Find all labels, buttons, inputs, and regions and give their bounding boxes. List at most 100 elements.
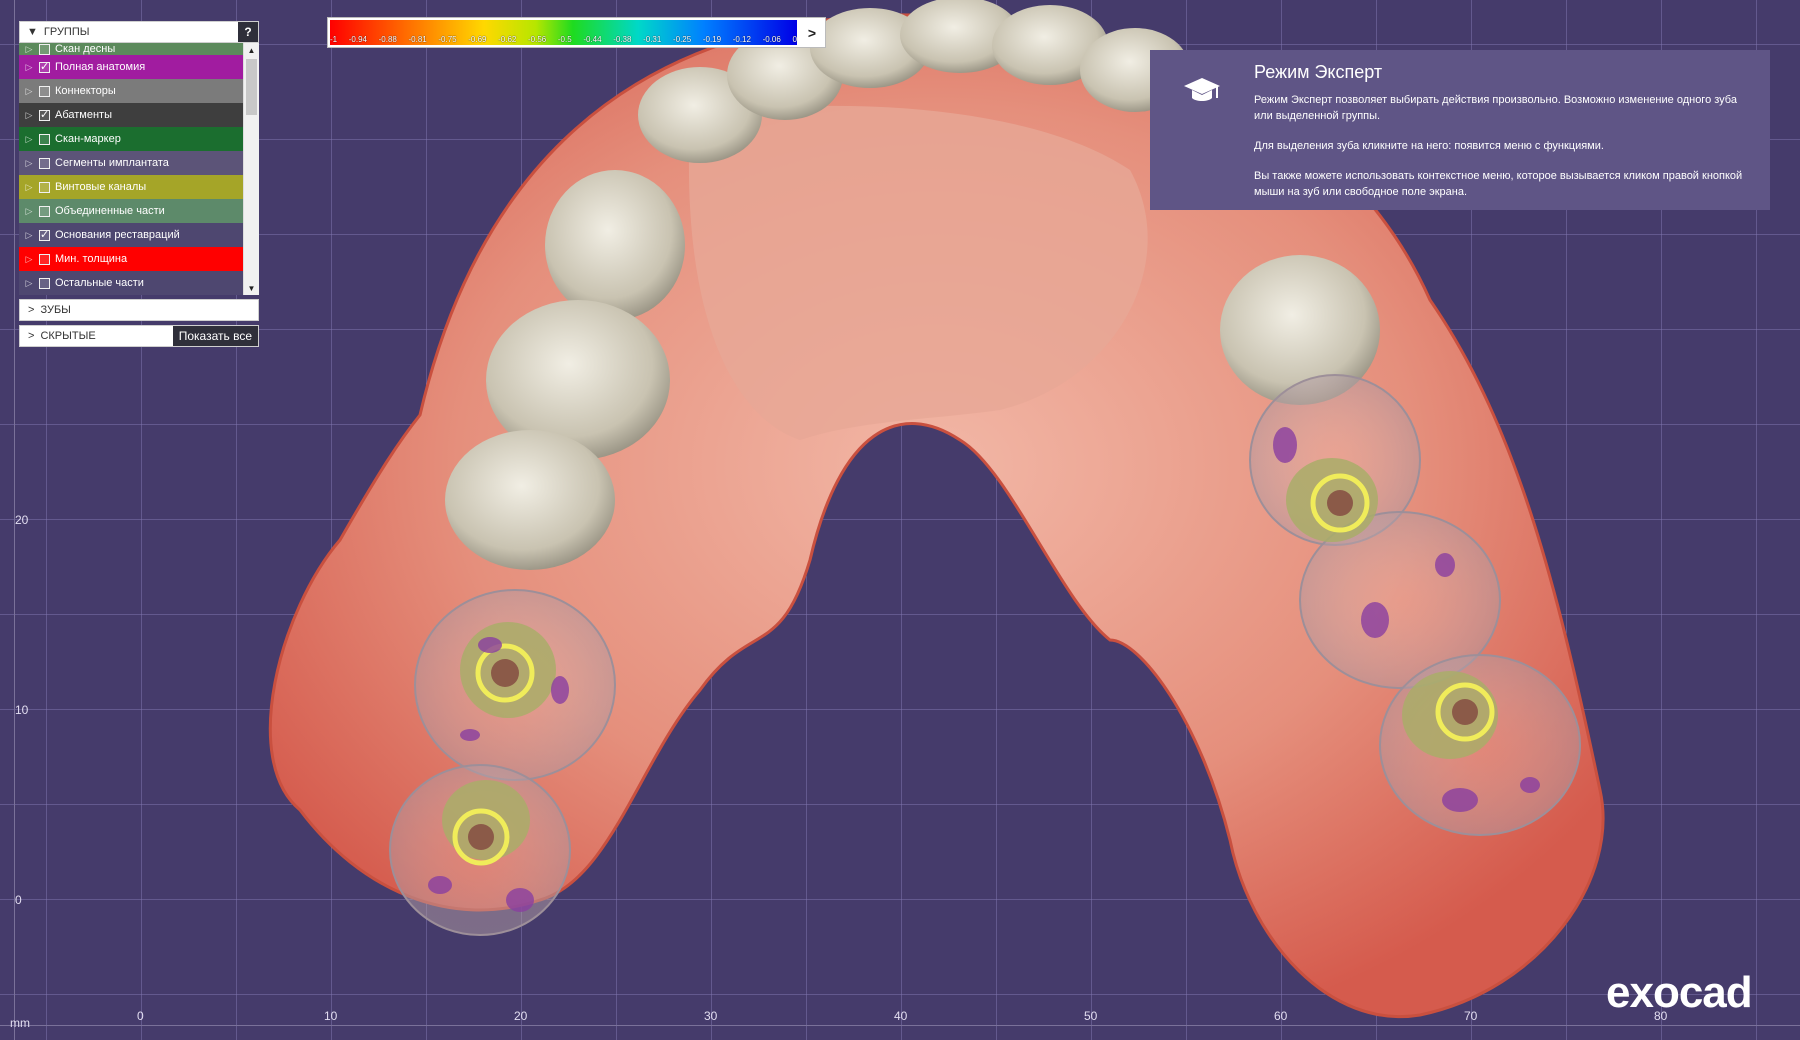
teeth-section[interactable]: > ЗУБЫ	[19, 299, 259, 321]
x-tick: 30	[704, 1009, 718, 1023]
checkbox[interactable]	[39, 133, 50, 145]
expand-arrow-icon[interactable]: ▷	[21, 62, 37, 73]
y-tick: 10	[15, 703, 29, 717]
expand-arrow-icon[interactable]: ▷	[21, 278, 37, 289]
expand-arrow-icon[interactable]: ▷	[21, 158, 37, 169]
group-item-screw-channels[interactable]: ▷ Винтовые каналы	[19, 175, 243, 199]
group-item-implant-segments[interactable]: ▷ Сегменты имплантата	[19, 151, 243, 175]
group-label: Основания реставраций	[55, 229, 180, 241]
scale-label: -0.06	[762, 35, 781, 44]
expand-arrow-icon[interactable]: ▷	[21, 206, 37, 217]
checkbox[interactable]	[39, 181, 50, 193]
graduation-cap-icon	[1184, 78, 1220, 101]
exocad-logo: exocad	[1606, 968, 1753, 1017]
chevron-right-icon[interactable]: >	[28, 304, 34, 316]
group-label: Абатменты	[55, 109, 112, 121]
x-tick: 60	[1274, 1009, 1288, 1023]
group-item-connectors[interactable]: ▷ Коннекторы	[19, 79, 243, 103]
checkbox[interactable]	[39, 157, 50, 169]
scale-label: -0.44	[583, 35, 602, 44]
group-item-abutments[interactable]: ▷ Абатменты	[19, 103, 243, 127]
scale-label: -1	[330, 35, 338, 44]
checkbox[interactable]	[39, 108, 50, 121]
scroll-down-icon[interactable]: ▼	[244, 281, 259, 295]
expert-title: Режим Эксперт	[1254, 62, 1383, 82]
group-label: Скан десны	[55, 43, 116, 55]
expand-arrow-icon[interactable]: ▷	[21, 86, 37, 97]
x-tick: 50	[1084, 1009, 1098, 1023]
expert-paragraph: Вы также можете использовать контекстное…	[1254, 170, 1743, 198]
scroll-thumb[interactable]	[246, 59, 257, 115]
scale-label: -0.94	[348, 35, 367, 44]
x-tick: 20	[514, 1009, 528, 1023]
group-item-restoration-bases[interactable]: ▷ Основания реставраций	[19, 223, 243, 247]
chevron-right-icon[interactable]: >	[28, 330, 34, 342]
checkbox[interactable]	[39, 205, 50, 217]
group-item-gum-scan[interactable]: ▷ Скан десны	[19, 43, 243, 55]
scale-label: -0.31	[643, 35, 662, 44]
group-item-scan-marker[interactable]: ▷ Скан-маркер	[19, 127, 243, 151]
show-all-button[interactable]: Показать все	[172, 326, 258, 346]
groups-panel: ▼ ГРУППЫ ? ▷ Скан десны ▷ Полная анатоми…	[19, 21, 259, 347]
scale-label: -0.19	[702, 35, 722, 44]
scale-label: -0.56	[528, 35, 547, 44]
group-label: Винтовые каналы	[55, 181, 147, 193]
x-tick: 0	[137, 1009, 144, 1023]
group-item-min-thickness[interactable]: ▷ Мин. толщина	[19, 247, 243, 271]
teeth-title: ЗУБЫ	[40, 304, 71, 316]
expert-description: Режим Эксперт позволяет выбирать действи…	[1254, 92, 1754, 214]
group-list: ▷ Скан десны ▷ Полная анатомия ▷ Коннект…	[19, 43, 259, 295]
horizontal-ruler	[0, 1025, 1800, 1040]
group-label: Полная анатомия	[55, 61, 146, 73]
scale-label: 0	[792, 35, 797, 44]
scale-label: -0.25	[672, 35, 692, 44]
checkbox[interactable]	[39, 85, 50, 97]
chevron-down-icon[interactable]: ▼	[27, 26, 38, 38]
scale-label: -0.62	[498, 35, 517, 44]
group-item-merged-parts[interactable]: ▷ Объединенные части	[19, 199, 243, 223]
group-rows: ▷ Скан десны ▷ Полная анатомия ▷ Коннект…	[19, 43, 243, 295]
axis-unit: mm	[10, 1016, 30, 1030]
scale-label: -0.69	[468, 35, 487, 44]
x-tick: 70	[1464, 1009, 1478, 1023]
checkbox[interactable]	[39, 277, 50, 289]
checkbox[interactable]	[39, 60, 50, 73]
group-label: Мин. толщина	[55, 253, 128, 265]
groups-header[interactable]: ▼ ГРУППЫ ?	[19, 21, 259, 43]
hidden-title: СКРЫТЫЕ	[40, 330, 96, 342]
help-button[interactable]: ?	[238, 22, 258, 42]
checkbox[interactable]	[39, 228, 50, 241]
expand-arrow-icon[interactable]: ▷	[21, 230, 37, 241]
scroll-up-icon[interactable]: ▲	[244, 43, 259, 57]
scale-label: -0.88	[378, 35, 397, 44]
expand-arrow-icon[interactable]: ▷	[21, 44, 37, 55]
expand-arrow-icon[interactable]: ▷	[21, 110, 37, 121]
hidden-section[interactable]: > СКРЫТЫЕ Показать все	[19, 325, 259, 347]
group-label: Остальные части	[55, 277, 144, 289]
group-item-other-parts[interactable]: ▷ Остальные части	[19, 271, 243, 295]
expand-arrow-icon[interactable]: ▷	[21, 254, 37, 265]
expert-paragraph: Режим Эксперт позволяет выбирать действи…	[1254, 94, 1737, 122]
groups-title: ГРУППЫ	[43, 26, 90, 38]
group-label: Скан-маркер	[55, 133, 121, 145]
x-tick: 40	[894, 1009, 908, 1023]
scale-label: -0.38	[613, 35, 632, 44]
scale-label: -0.5	[557, 35, 572, 44]
y-tick: 0	[15, 893, 22, 907]
expert-mode-tooltip: Режим Эксперт Режим Эксперт позволяет вы…	[1150, 50, 1770, 210]
chevron-right-icon[interactable]: >	[799, 18, 825, 47]
color-scale: -1 -0.94 -0.88 -0.81 -0.75 -0.69 -0.62 -0.56 -0.…	[327, 17, 826, 48]
group-label: Объединенные части	[55, 205, 165, 217]
vertical-ruler	[0, 0, 15, 1040]
group-list-scrollbar[interactable]: ▲ ▼	[243, 43, 259, 295]
checkbox[interactable]	[39, 44, 50, 55]
checkbox[interactable]	[39, 253, 50, 265]
expand-arrow-icon[interactable]: ▷	[21, 134, 37, 145]
scale-labels: -1 -0.94 -0.88 -0.81 -0.75 -0.69 -0.62 -0.56 -0.…	[330, 34, 797, 46]
expert-paragraph: Для выделения зуба кликните на него: поя…	[1254, 140, 1604, 152]
expand-arrow-icon[interactable]: ▷	[21, 182, 37, 193]
scale-label: -0.12	[732, 35, 751, 44]
group-item-full-anatomy[interactable]: ▷ Полная анатомия	[19, 55, 243, 79]
y-tick: 20	[15, 513, 29, 527]
scale-label: -0.81	[408, 35, 427, 44]
